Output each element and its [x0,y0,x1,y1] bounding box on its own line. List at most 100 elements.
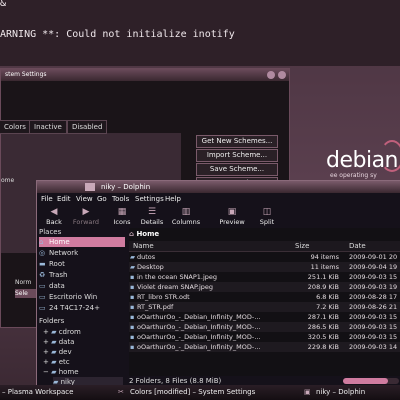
cell-name: in the ocean SNAP1.jpeg [137,273,218,281]
tab-disabled[interactable]: Disabled [67,120,108,134]
place-trash[interactable]: ♻ Trash [39,270,125,280]
icons-view-button[interactable]: ▦ Icons [107,206,137,226]
folder-data[interactable]: + ▰ data [43,337,123,347]
place-label: Network [49,249,79,257]
terminal-line: & [0,0,7,9]
cell-name: oOarthurOo_-_Debian_Infinity_MOD-… [137,323,261,331]
cell-size: 7.2 KiB [316,303,339,311]
file-icon: ▪ [130,333,135,341]
back-label: Back [46,218,62,226]
settings-norm-label: Norm [15,279,32,286]
file-view[interactable]: ⌂ Home Name Size Date ▰ dutos 94 items 2009… [129,228,400,376]
task-system-settings[interactable]: ✂ Colors [modified] – System Settings [118,385,255,400]
place-data[interactable]: ▭ data [39,281,125,291]
table-row[interactable]: ▪ oOarthurOo_-_Debian_Infinity_MOD-… 229.8… [129,342,400,352]
cell-size: 251.1 KiB [307,273,339,281]
cell-date: 2009-09-03 15 [349,313,398,321]
menu-help[interactable]: Help [165,195,181,203]
cell-date: 2009-09-03 15 [349,333,398,341]
settings-select-label: Sele [15,289,37,298]
place-label: Home [49,238,70,246]
places-header: Places [39,228,62,236]
column-size[interactable]: Size [295,241,309,251]
table-row[interactable]: ▪ oOarthurOo_-_Debian_Infinity_MOD-… 287.1… [129,312,400,322]
back-button[interactable]: ◀ Back [39,206,69,226]
icons-view-icon: ▦ [117,207,127,217]
import-scheme-button[interactable]: Import Scheme... [196,149,278,162]
columns-view-button[interactable]: ▥ Columns [171,206,201,226]
root-folder-icon: ▬ [39,260,46,268]
taskbar: – Plasma Workspace ✂ Colors [modified] – … [0,385,400,400]
folder-icon: ▰ [51,348,59,356]
cell-date: 2009-09-01 20 [349,253,398,261]
table-row[interactable]: ▰ dutos 94 items 2009-09-01 20 [129,252,400,262]
column-header: Name Size Date [129,241,400,252]
file-icon: ▪ [130,273,135,281]
folder-dev[interactable]: + ▰ dev [43,347,123,357]
cell-size: 320.5 KiB [307,333,339,341]
menu-view[interactable]: View [76,195,93,203]
folder-home[interactable]: − ▰ home [43,367,123,377]
folder-label: cdrom [58,328,81,336]
column-name[interactable]: Name [133,241,154,251]
close-icon[interactable] [278,71,286,79]
dolphin-title-bar[interactable]: niky – Dolphin [37,181,400,193]
dolphin-window[interactable]: niky – Dolphin File Edit View Go Tools S… [36,180,400,387]
tab-colors[interactable]: Colors [0,120,31,134]
breadcrumb[interactable]: ⌂ Home [129,228,400,240]
status-text: 2 Folders, 8 Files (8.8 MiB) [129,377,222,385]
forward-arrow-icon: ▶ [82,207,90,217]
place-label: Escritorio Win [49,293,98,301]
forward-button[interactable]: ▶ Forward [71,206,101,226]
menu-file[interactable]: File [41,195,53,203]
cell-name: oOarthurOo_-_Debian_Infinity_MOD-… [137,313,261,321]
save-scheme-button[interactable]: Save Scheme... [196,163,278,176]
menu-go[interactable]: Go [97,195,107,203]
preview-button[interactable]: ▣ Preview [217,206,247,226]
place-label: 24 T4C17-24+ [49,304,100,312]
menu-settings[interactable]: Settings [135,195,164,203]
table-row[interactable]: ▰ Desktop 11 items 2009-09-04 19 [129,262,400,272]
expand-icon[interactable]: + [43,338,51,346]
table-row[interactable]: ▪ RT_STR.pdf 7.2 KiB 2009-08-26 21 [129,302,400,312]
table-row[interactable]: ▪ oOarthurOo_-_Debian_Infinity_MOD-… 320.5… [129,332,400,342]
task-prefix: – [2,388,6,396]
column-date[interactable]: Date [349,241,366,251]
task-plasma-workspace[interactable]: – Plasma Workspace [2,385,73,400]
forward-label: Forward [72,218,100,226]
cell-size: 208.9 KiB [307,283,339,291]
zoom-slider[interactable] [343,378,399,384]
table-row[interactable]: ▪ RT_libro STR.odt 6.8 KiB 2009-08-28 17 [129,292,400,302]
table-row[interactable]: ▪ in the ocean SNAP1.jpeg 251.1 KiB 2009-09… [129,272,400,282]
expand-icon[interactable]: + [43,348,51,356]
settings-title-bar[interactable]: stem Settings [1,69,289,81]
split-icon: ◫ [262,207,272,217]
minimize-icon[interactable] [267,71,275,79]
details-view-button[interactable]: ☰ Details [137,206,167,226]
split-button[interactable]: ◫ Split [252,206,282,226]
get-new-schemes-button[interactable]: Get New Schemes... [196,135,278,148]
tab-inactive[interactable]: Inactive [29,120,67,134]
zoom-slider-fill [343,378,388,384]
cell-size: 11 items [310,263,339,271]
table-row[interactable]: ▪ Violet dream SNAP.jpeg 208.9 KiB 2009-09-… [129,282,400,292]
menu-edit[interactable]: Edit [57,195,71,203]
details-view-icon: ☰ [147,207,157,217]
menu-tools[interactable]: Tools [112,195,129,203]
folder-icon: ▰ [51,328,59,336]
place-network[interactable]: ◎ Network [39,248,125,258]
folder-cdrom[interactable]: + ▰ cdrom [43,327,123,337]
place-root[interactable]: ▬ Root [39,259,125,269]
columns-label: Columns [171,218,201,226]
task-dolphin[interactable]: ▣ niky – Dolphin [304,385,365,400]
table-row[interactable]: ▪ oOarthurOo_-_Debian_Infinity_MOD-… 286.5… [129,322,400,332]
folder-etc[interactable]: + ▰ etc [43,357,123,367]
expand-icon[interactable]: + [43,358,51,366]
expand-icon[interactable]: − [43,368,51,376]
place-device[interactable]: ▭ 24 T4C17-24+ [39,303,125,313]
dolphin-icon: ▣ [304,388,311,396]
place-escritorio[interactable]: ▭ Escritorio Win [39,292,125,302]
terminal-window[interactable]: & ARNING **: Could not initialize inotif… [0,0,400,66]
place-home[interactable]: ⌂ Home [39,237,125,247]
expand-icon[interactable]: + [43,328,51,336]
